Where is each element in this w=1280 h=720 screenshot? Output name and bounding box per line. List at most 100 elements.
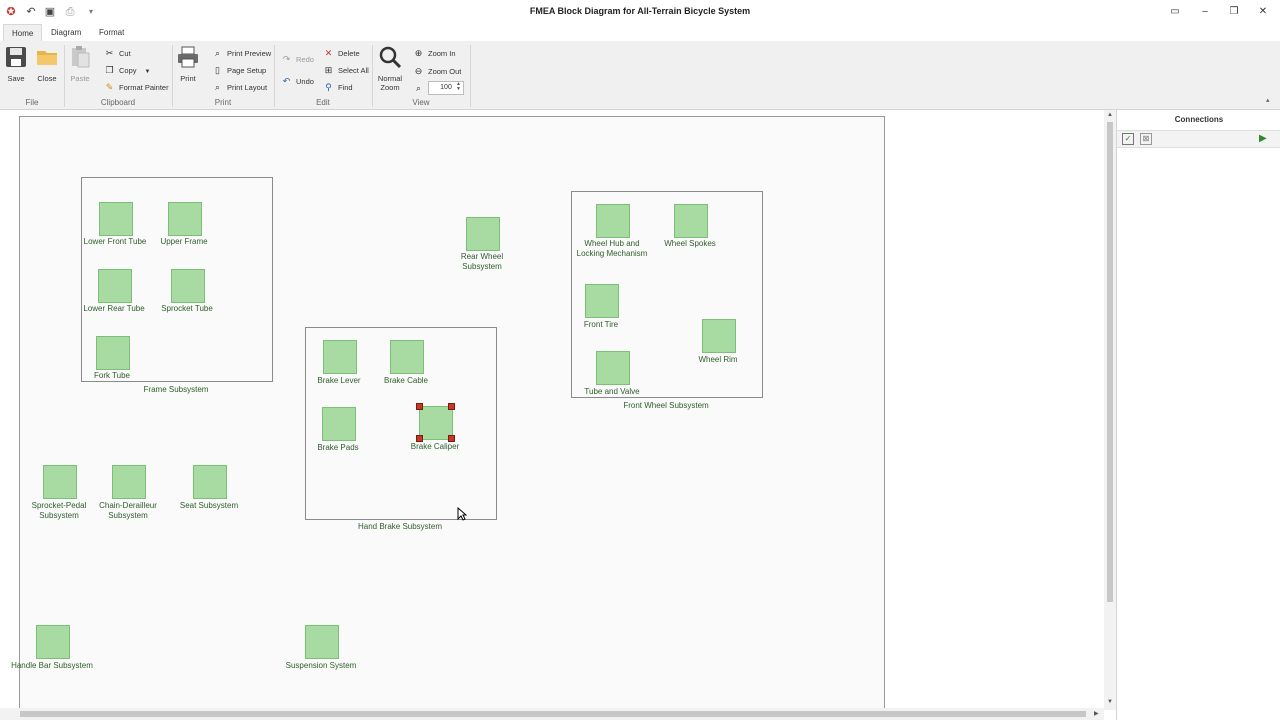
print-button[interactable]: Print — [176, 45, 200, 83]
ribbon-display-options-icon[interactable]: ▭ — [1168, 5, 1182, 19]
view-group-label: View — [412, 98, 430, 107]
tab-diagram[interactable]: Diagram — [43, 24, 89, 41]
clipboard-group-label: Clipboard — [100, 98, 136, 107]
print-layout-icon: ⌕ — [214, 82, 221, 92]
paste-button[interactable]: Paste — [68, 45, 92, 83]
block-label: Seat Subsystem — [179, 501, 239, 510]
diagram-block[interactable] — [193, 465, 227, 499]
magnifier-icon — [379, 46, 402, 69]
block-label: Brake Pads — [317, 443, 359, 452]
block-label: Upper Frame — [160, 237, 208, 246]
file-group-label: File — [25, 98, 39, 107]
cut-label: Cut — [119, 49, 131, 58]
print-preview-icon: ⌕ — [214, 48, 221, 58]
print-group-label: Print — [214, 98, 232, 107]
page-setup-button[interactable]: ▯ Page Setup — [212, 63, 266, 77]
minimize-button[interactable]: – — [1198, 5, 1212, 19]
scroll-right-icon[interactable]: ▶ — [1094, 710, 1099, 717]
normal-zoom-label: Normal Zoom — [377, 74, 403, 92]
resize-handle[interactable] — [448, 403, 455, 410]
diagram-block[interactable] — [96, 336, 130, 370]
format-painter-button[interactable]: ✎ Format Painter — [104, 80, 169, 94]
run-arrow-icon[interactable]: ▶ — [1259, 133, 1267, 144]
block-label: Brake Caliper — [410, 442, 460, 451]
diagram-block[interactable] — [674, 204, 708, 238]
resize-handle[interactable] — [416, 403, 423, 410]
mouse-cursor-icon — [457, 507, 467, 521]
diagram-block[interactable] — [390, 340, 424, 374]
restore-button[interactable]: ❐ — [1227, 5, 1241, 19]
block-label: Suspension System — [285, 661, 357, 670]
close-window-button[interactable]: ✕ — [1256, 5, 1270, 19]
select-all-button[interactable]: ⊞ Select All — [323, 63, 369, 77]
binoculars-icon: ⚲ — [325, 82, 332, 92]
window-title: FMEA Block Diagram for All-Terrain Bicyc… — [529, 6, 751, 16]
diagram-block[interactable] — [322, 407, 356, 441]
diagram-block[interactable] — [305, 625, 339, 659]
connections-panel: Connections ✓ ⊠ ▶ — [1116, 110, 1280, 720]
printer-icon — [178, 46, 198, 68]
resize-handle[interactable] — [448, 435, 455, 442]
diagram-block[interactable] — [98, 269, 132, 303]
diagram-canvas[interactable]: Frame Subsystem Lower Front Tube Upper F… — [0, 110, 1104, 717]
collapse-ribbon-icon[interactable]: ▴ — [1266, 96, 1270, 104]
panel-title: Connections — [1174, 115, 1224, 124]
diagram-block[interactable] — [171, 269, 205, 303]
zoom-in-button[interactable]: ⊕ Zoom In — [413, 46, 456, 60]
vertical-scrollbar[interactable]: ▲ ▼ — [1104, 110, 1116, 710]
horizontal-scrollbar[interactable]: ▶ — [0, 708, 1104, 720]
scroll-up-icon[interactable]: ▲ — [1107, 112, 1113, 118]
diagram-block[interactable] — [99, 202, 133, 236]
save-button[interactable]: Save — [4, 45, 28, 83]
copy-button[interactable]: ❐ Copy ▼ — [104, 63, 150, 77]
page-setup-icon: ▯ — [215, 65, 220, 75]
chevron-down-icon: ▼ — [144, 69, 151, 75]
copy-icon: ❐ — [105, 65, 114, 75]
select-all-icon: ⊞ — [324, 65, 333, 75]
diagram-page[interactable]: Frame Subsystem Lower Front Tube Upper F… — [11, 116, 885, 717]
diagram-block[interactable] — [585, 284, 619, 318]
uncheck-icon[interactable]: ⊠ — [1140, 133, 1152, 145]
diagram-block[interactable] — [596, 204, 630, 238]
tab-format[interactable]: Format — [91, 24, 132, 41]
check-icon[interactable]: ✓ — [1122, 133, 1134, 145]
redo-button[interactable]: ↷ Redo — [281, 52, 314, 66]
block-label: Lower Rear Tube — [83, 304, 145, 313]
zoom-in-icon: ⊕ — [414, 48, 423, 58]
diagram-block[interactable] — [466, 217, 500, 251]
block-label: Wheel Spokes — [664, 239, 716, 248]
diagram-block[interactable] — [112, 465, 146, 499]
print-layout-button[interactable]: ⌕ Print Layout — [212, 80, 267, 94]
horizontal-scroll-thumb[interactable] — [20, 711, 1086, 717]
undo-icon: ↶ — [282, 76, 291, 86]
diagram-block[interactable] — [36, 625, 70, 659]
undo-label: Undo — [296, 77, 314, 86]
vertical-scroll-thumb[interactable] — [1107, 122, 1113, 602]
tab-home[interactable]: Home — [3, 24, 43, 41]
delete-button[interactable]: ✕ Delete — [323, 46, 360, 60]
zoom-out-button[interactable]: ⊖ Zoom Out — [413, 64, 462, 78]
block-label: Sprocket Tube — [161, 304, 213, 313]
zoom-level-control: ⌕ — [413, 81, 428, 95]
delete-label: Delete — [338, 49, 360, 58]
redo-icon: ↷ — [282, 54, 291, 64]
zoom-spinner-icon[interactable]: ▲ ▼ — [456, 82, 461, 92]
cut-button[interactable]: ✂ Cut — [104, 46, 131, 60]
diagram-block[interactable] — [702, 319, 736, 353]
zoom-out-label: Zoom Out — [428, 67, 462, 76]
undo-button[interactable]: ↶ Undo — [281, 74, 314, 88]
diagram-block[interactable] — [596, 351, 630, 385]
diagram-block[interactable] — [43, 465, 77, 499]
scroll-down-icon[interactable]: ▼ — [1107, 699, 1113, 705]
find-button[interactable]: ⚲ Find — [323, 80, 352, 94]
print-preview-button[interactable]: ⌕ Print Preview — [212, 46, 271, 60]
close-button[interactable]: Close — [34, 45, 60, 83]
delete-icon: ✕ — [324, 48, 333, 58]
diagram-block[interactable] — [168, 202, 202, 236]
normal-zoom-button[interactable]: Normal Zoom — [376, 45, 404, 92]
resize-handle[interactable] — [416, 435, 423, 442]
print-label: Print — [180, 74, 196, 83]
select-all-label: Select All — [338, 66, 369, 75]
diagram-block[interactable] — [323, 340, 357, 374]
print-preview-label: Print Preview — [227, 49, 272, 58]
